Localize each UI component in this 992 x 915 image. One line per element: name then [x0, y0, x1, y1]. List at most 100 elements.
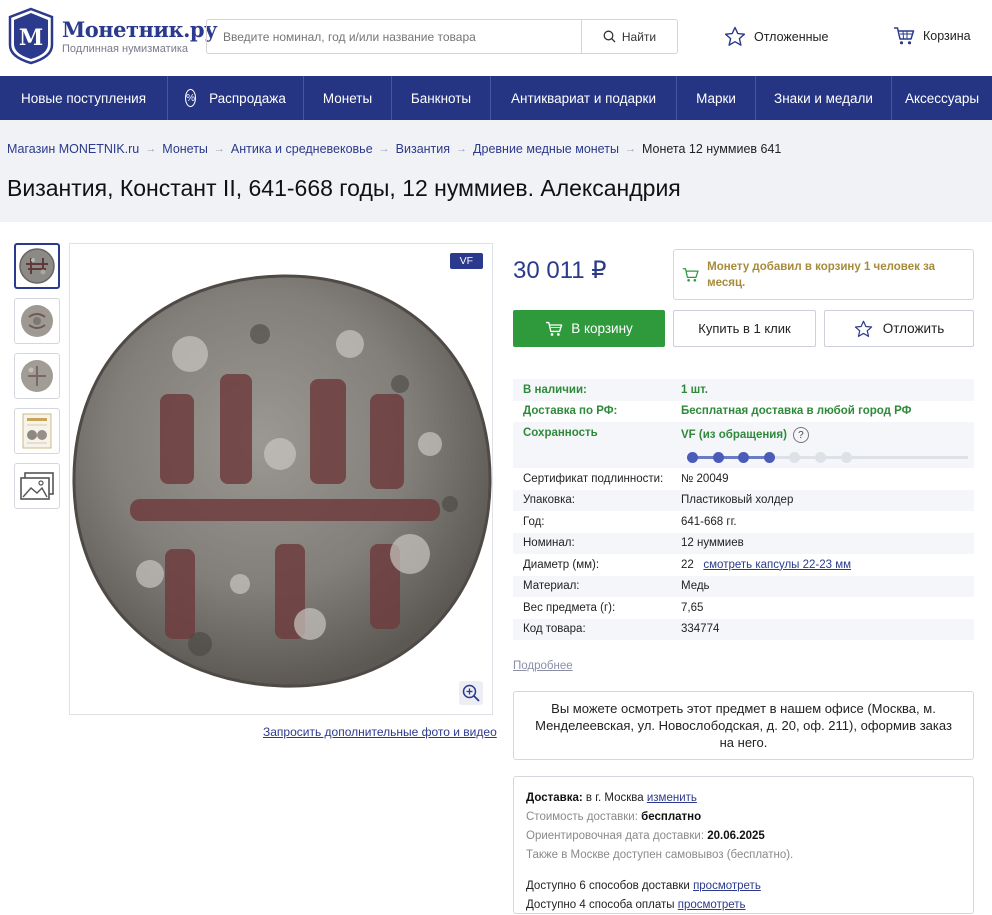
title-band	[0, 120, 992, 222]
breadcrumb: Магазин MONETNIK.ru → Монеты → Антика и …	[7, 142, 781, 156]
cart-icon	[682, 267, 699, 282]
grade-badge: VF	[449, 253, 483, 269]
search-button[interactable]: Найти	[581, 20, 677, 53]
request-photo-link[interactable]: Запросить дополнительные фото и видео	[263, 725, 497, 739]
thumbnail-reverse[interactable]	[14, 298, 60, 344]
logo[interactable]: M Монетник.ру Подлинная нумизматика	[6, 7, 218, 65]
logo-title: Монетник.ру	[62, 17, 218, 42]
nav-item-medals[interactable]: Знаки и медали	[756, 76, 892, 120]
breadcrumb-separator: →	[378, 143, 390, 155]
condition-value: VF (из обращения)	[681, 429, 787, 441]
delivery-methods-link[interactable]: просмотреть	[693, 880, 761, 892]
capsules-link[interactable]: смотреть капсулы 22-23 мм	[703, 559, 851, 571]
coin-thumbnail-image	[19, 248, 55, 284]
thumbnail-side[interactable]	[14, 353, 60, 399]
nav-item-banknotes[interactable]: Банкноты	[392, 76, 491, 120]
star-icon	[854, 320, 872, 337]
coin-thumbnail-image	[21, 360, 53, 392]
logo-subtitle: Подлинная нумизматика	[62, 43, 189, 55]
thumbnail-certificate[interactable]	[14, 408, 60, 454]
delivery-city: в г. Москва	[585, 792, 644, 804]
cart-icon	[894, 27, 915, 45]
breadcrumb-link[interactable]: Византия	[396, 142, 450, 156]
coin-thumbnail-image	[21, 305, 53, 337]
spec-row: Материал: Медь	[513, 575, 974, 597]
breadcrumb-link[interactable]: Монеты	[162, 142, 208, 156]
change-city-link[interactable]: изменить	[647, 792, 697, 804]
spec-label: Материал:	[523, 580, 580, 593]
percent-icon: %	[185, 89, 197, 107]
defer-button[interactable]: Отложить	[824, 310, 974, 347]
add-to-cart-label: В корзину	[571, 321, 633, 336]
search-input[interactable]	[207, 20, 581, 53]
nav-item-label: Знаки и медали	[774, 90, 873, 106]
breadcrumb-current: Монета 12 нуммиев 641	[641, 142, 782, 156]
spec-value: Пластиковый холдер	[681, 494, 794, 507]
thumbnail-gallery[interactable]	[14, 463, 60, 509]
spec-label: Сертификат подлинности:	[523, 472, 664, 485]
spec-value: 334774	[681, 623, 720, 636]
nav-item-label: Антиквариат и подарки	[511, 90, 656, 106]
delivery-methods-line: Доступно 6 способов доставки просмотреть	[526, 877, 961, 896]
more-details-link[interactable]: Подробнее	[513, 660, 573, 672]
diameter-value: 22	[681, 558, 694, 571]
logo-emblem-icon: M	[8, 7, 54, 65]
cart-label: Корзина	[923, 29, 971, 43]
certificate-thumbnail-image	[22, 413, 52, 449]
nav-item-stamps[interactable]: Марки	[677, 76, 756, 120]
payment-methods-link[interactable]: просмотреть	[678, 899, 746, 911]
zoom-in-icon[interactable]	[459, 681, 483, 705]
breadcrumb-separator: →	[624, 143, 636, 155]
product-main-image[interactable]: VF	[69, 243, 493, 715]
spec-label: Диаметр (мм):	[523, 558, 600, 571]
nav-item-new[interactable]: Новые поступления	[0, 76, 168, 120]
condition-label: Сохранность	[523, 427, 598, 439]
spec-value: 641-668 гг.	[681, 515, 737, 528]
nav-item-accessories[interactable]: Аксессуары	[892, 76, 992, 120]
breadcrumb-link[interactable]: Антика и средневековье	[231, 142, 373, 156]
office-viewing-notice: Вы можете осмотреть этот предмет в нашем…	[513, 691, 974, 760]
nav-item-antiques[interactable]: Антиквариат и подарки	[491, 76, 677, 120]
delivery-date-label: Ориентировочная дата доставки:	[526, 830, 705, 842]
specs-table: В наличии: 1 шт. Доставка по РФ: Бесплат…	[513, 379, 974, 640]
saved-items-link[interactable]: Отложенные	[724, 26, 828, 47]
condition-dot	[814, 452, 826, 463]
spec-label: Упаковка:	[523, 494, 575, 507]
nav-item-coins[interactable]: Монеты	[304, 76, 392, 120]
delivery-cost-line: Стоимость доставки: бесплатно	[526, 808, 961, 827]
pickup-note: Также в Москве доступен самовывоз (беспл…	[526, 849, 794, 861]
spec-value: 7,65	[681, 601, 704, 614]
nav-item-sale[interactable]: % Распродажа	[168, 76, 304, 120]
spec-row: Диаметр (мм): 22 смотреть капсулы 22-23 м…	[513, 554, 974, 576]
spec-row: Вес предмета (г): 7,65	[513, 597, 974, 619]
availability-label: В наличии:	[523, 383, 587, 396]
buy-one-click-button[interactable]: Купить в 1 клик	[673, 310, 816, 347]
breadcrumb-link[interactable]: Магазин MONETNIK.ru	[7, 142, 139, 156]
delivery-box: Доставка: в г. Москва изменить Стоимость…	[513, 776, 974, 914]
svg-text:M: M	[19, 25, 43, 51]
condition-dot	[738, 452, 750, 463]
delivery-label: Доставка:	[526, 792, 583, 804]
spec-label: Код товара:	[523, 623, 586, 636]
breadcrumb-link[interactable]: Древние медные монеты	[473, 142, 619, 156]
delivery-date-line: Ориентировочная дата доставки: 20.06.202…	[526, 827, 961, 846]
shipping-label: Доставка по РФ:	[523, 405, 618, 418]
add-to-cart-button[interactable]: В корзину	[513, 310, 665, 347]
nav-item-label: Распродажа	[209, 90, 286, 106]
search-button-label: Найти	[621, 29, 657, 44]
spec-label: Номинал:	[523, 537, 575, 550]
buy-one-click-label: Купить в 1 клик	[698, 321, 791, 336]
defer-label: Отложить	[882, 321, 945, 336]
spec-value: № 20049	[681, 472, 729, 485]
thumbnail-obverse[interactable]	[14, 243, 60, 289]
condition-row: Сохранность VF (из обращения) ?	[513, 422, 974, 468]
help-icon[interactable]: ?	[792, 427, 809, 443]
cart-link[interactable]: Корзина	[893, 26, 971, 46]
condition-dot	[789, 452, 801, 463]
shipping-value: Бесплатная доставка в любой город РФ	[681, 405, 912, 418]
spec-value: 12 нуммиев	[681, 537, 744, 550]
nav-item-label: Новые поступления	[20, 90, 147, 106]
condition-dot	[687, 452, 698, 463]
spec-row: Номинал: 12 нуммиев	[513, 532, 974, 554]
cart-icon	[546, 321, 563, 336]
